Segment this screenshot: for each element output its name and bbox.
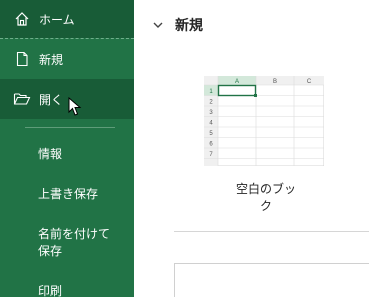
sidebar-item-info[interactable]: 情報 [38,146,128,163]
sidebar-item-open[interactable]: 開く [0,79,134,119]
new-section-header[interactable]: 新規 [152,15,203,35]
new-document-icon [13,50,31,68]
column-header-c: C [307,79,312,85]
excel-backstage: ホーム 新規 開く 情報 上書き保存 名前を付けて保存 印刷 新規 A B C … [0,0,369,297]
home-icon [13,10,31,28]
sidebar-item-home-label: ホーム [39,12,75,27]
section-title: 新規 [175,18,203,34]
template-card-partial[interactable] [174,263,369,297]
blank-workbook-thumbnail: A B C 1 2 3 4 5 6 7 [204,76,324,166]
blank-workbook-template[interactable]: A B C 1 2 3 4 5 6 7 [204,76,324,166]
blank-workbook-label[interactable]: 空白のブック [231,180,301,214]
column-header-a: A [235,79,239,85]
folder-open-icon [13,90,31,108]
sidebar-item-new-label: 新規 [39,52,64,67]
sidebar-item-open-label: 開く [39,92,64,107]
backstage-main: 新規 A B C 1 2 3 4 5 6 7 空白のブック [134,0,369,297]
chevron-down-icon [152,19,164,31]
sidebar-item-save-as[interactable]: 名前を付けて保存 [38,226,118,260]
sidebar-item-new[interactable]: 新規 [0,39,134,79]
mouse-cursor-icon [68,97,82,116]
sidebar-separator [25,127,115,128]
main-divider [174,231,369,232]
sidebar-item-save[interactable]: 上書き保存 [38,186,128,203]
sidebar-item-print[interactable]: 印刷 [38,283,128,297]
backstage-sidebar: ホーム 新規 開く 情報 上書き保存 名前を付けて保存 印刷 [0,0,134,297]
column-header-b: B [273,79,277,85]
sidebar-item-home[interactable]: ホーム [0,0,134,38]
